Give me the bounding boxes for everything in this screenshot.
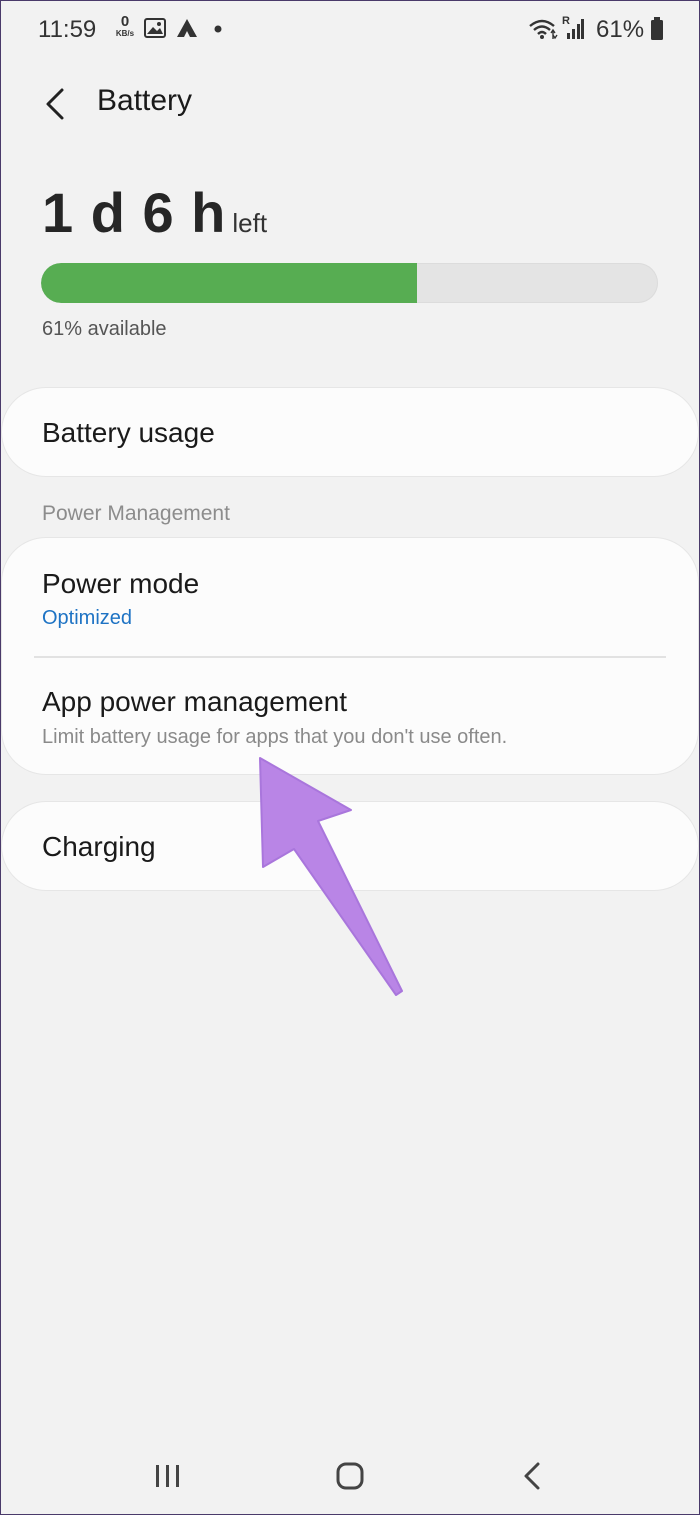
recent-apps-button[interactable] [136, 1452, 200, 1502]
time-left-suffix: left [232, 208, 268, 238]
data-speed-unit: KB/s [115, 29, 135, 38]
page-title: Battery [97, 84, 193, 117]
navigation-bar [0, 1440, 700, 1515]
app-power-management-description: Limit battery usage for apps that you do… [42, 726, 508, 748]
data-speed-indicator: 0 KB/s [110, 14, 140, 38]
recent-apps-icon [156, 1465, 179, 1487]
dot-icon [214, 25, 222, 33]
signal-icon [567, 19, 584, 39]
status-time: 11:59 [38, 16, 97, 43]
power-mode-item[interactable]: Power mode Optimized [2, 538, 698, 656]
battery-usage-label: Battery usage [42, 417, 215, 448]
back-icon [524, 1462, 540, 1490]
home-icon [336, 1462, 364, 1490]
annotation-arrow-icon [259, 757, 403, 996]
chevron-left-icon [46, 88, 64, 120]
data-speed-value: 0 [120, 13, 130, 30]
app-notification-icon [177, 19, 197, 37]
battery-icon [651, 17, 663, 40]
battery-available-text: 61% available [42, 318, 167, 340]
image-notification-icon [144, 18, 166, 38]
status-battery-percent: 61% [596, 16, 645, 43]
battery-level-fill [41, 263, 418, 303]
back-button[interactable] [30, 78, 82, 130]
power-management-card: Power mode Optimized App power managemen… [2, 538, 698, 774]
battery-usage-item[interactable]: Battery usage [2, 388, 698, 476]
status-bar: 11:59 0 KB/s R 61% [0, 0, 700, 60]
time-left-value: 1 d 6 h [42, 181, 227, 244]
battery-level-bar [41, 263, 658, 303]
power-mode-label: Power mode [42, 568, 200, 599]
power-mode-value: Optimized [42, 607, 133, 629]
charging-label: Charging [42, 831, 156, 862]
app-power-management-label: App power management [42, 686, 348, 717]
time-left: 1 d 6 h left [42, 180, 267, 245]
home-button[interactable] [318, 1452, 382, 1502]
nav-back-button[interactable] [500, 1452, 564, 1502]
wifi-icon [529, 19, 558, 40]
section-header-power-management: Power Management [42, 502, 230, 525]
